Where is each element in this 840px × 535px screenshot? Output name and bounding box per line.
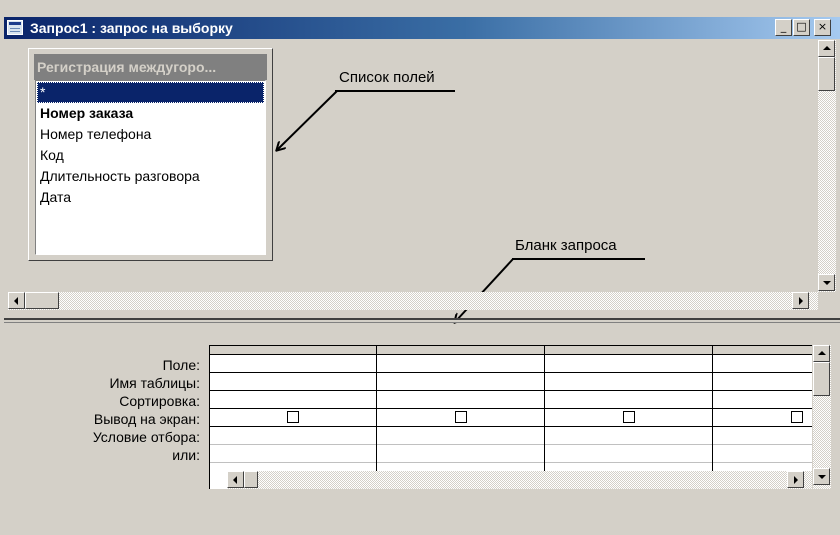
row-label-show: Вывод на экран: [93,411,200,427]
show-checkbox[interactable] [455,411,467,423]
scroll-left-button[interactable] [227,471,244,488]
field-list-arrow [277,90,338,150]
row-label-field: Поле: [162,357,200,373]
scroll-up-button[interactable] [813,345,830,362]
arrow-down-icon [818,475,826,479]
arrow-left-icon [14,297,18,305]
show-checkbox[interactable] [623,411,635,423]
arrow-up-icon [818,351,826,355]
query-window: Запрос1 : запрос на выборку _ □ × Регист… [0,0,840,535]
scroll-corner [818,292,836,310]
row-label-or: или: [172,447,200,463]
row-label-sort: Сортировка: [119,393,200,409]
scroll-down-button[interactable] [818,274,835,291]
grid-horizontal-scrollbar[interactable] [227,471,812,489]
arrow-up-icon [823,46,831,50]
scroll-thumb[interactable] [25,292,59,309]
scroll-up-button[interactable] [818,40,835,57]
query-design-grid[interactable] [209,345,812,489]
arrow-right-icon [794,476,798,484]
scroll-down-button[interactable] [813,468,830,485]
scroll-thumb[interactable] [818,57,835,91]
upper-horizontal-scrollbar[interactable] [8,292,818,310]
scroll-thumb[interactable] [244,471,258,488]
scroll-right-button[interactable] [792,292,809,309]
show-checkbox[interactable] [287,411,299,423]
scroll-thumb[interactable] [813,362,830,396]
arrow-left-icon [233,476,237,484]
scroll-left-button[interactable] [8,292,25,309]
query-form-arrow [455,258,514,322]
row-label-criteria: Условие отбора: [92,429,200,445]
pane-splitter[interactable] [4,318,840,323]
arrow-right-icon [799,297,803,305]
column-selector-bar[interactable] [209,345,812,354]
row-label-table-name: Имя таблицы: [109,375,200,391]
scroll-right-button[interactable] [787,471,804,488]
show-checkbox[interactable] [791,411,803,423]
arrow-down-icon [823,281,831,285]
